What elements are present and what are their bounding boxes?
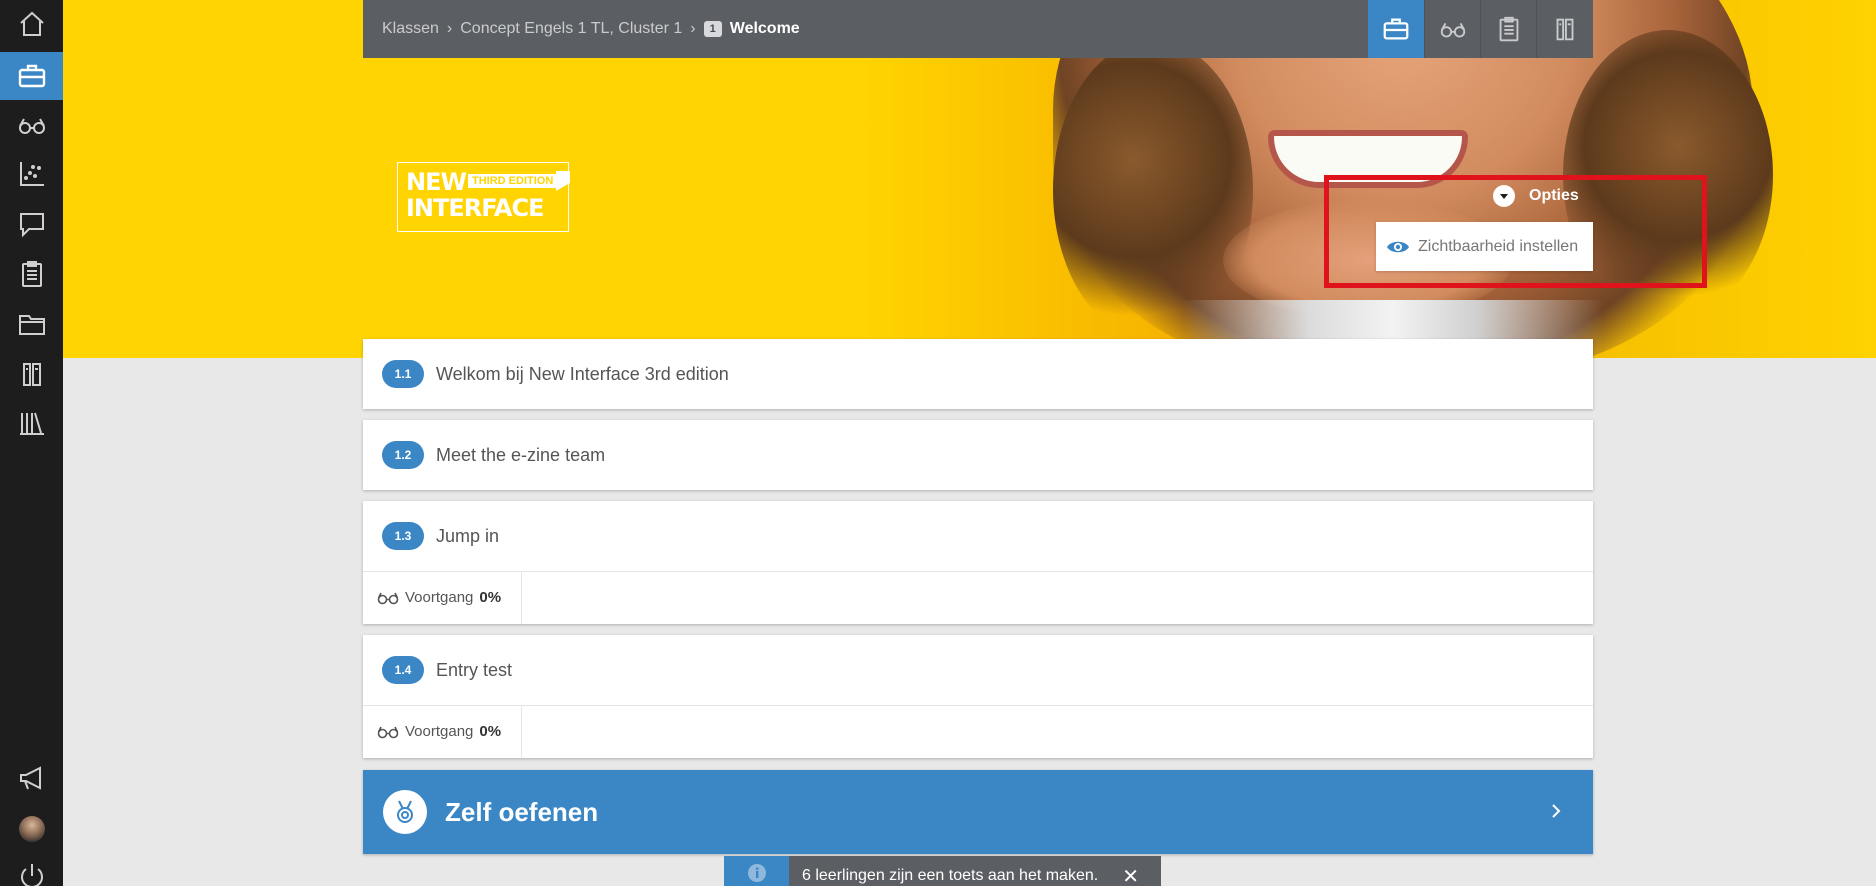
eye-icon: [1387, 241, 1409, 252]
breadcrumb-current: Welcome: [729, 20, 800, 37]
home-icon: [19, 11, 44, 36]
sidebar-chat-button[interactable]: [0, 200, 63, 248]
topbar-glasses-button[interactable]: [1424, 0, 1480, 58]
options-label: Opties: [1529, 187, 1579, 204]
topbar-clipboard-button[interactable]: [1480, 0, 1536, 58]
notification-toast: 6 leerlingen zijn een toets aan het make…: [724, 856, 1161, 886]
lesson-title: Meet the e-zine team: [436, 444, 606, 465]
new-interface-logo: NEW INTERFACE THIRD EDITION: [397, 162, 570, 232]
lesson-title: Entry test: [436, 659, 513, 680]
chevron-right-icon: ›: [690, 20, 696, 37]
megaphone-icon: [19, 766, 41, 790]
lesson-title: Jump in: [436, 525, 500, 546]
zelf-oefenen-button[interactable]: Zelf oefenen: [363, 770, 1593, 854]
clipboard-icon: [21, 261, 42, 287]
sidebar-logout-button[interactable]: [0, 852, 63, 886]
chevron-right-icon: ›: [446, 20, 453, 37]
briefcase-icon: [18, 64, 45, 88]
glasses-icon: [377, 726, 399, 738]
lesson-card[interactable]: 1.2 Meet the e-zine team: [363, 420, 1593, 490]
sidebar-books-button[interactable]: [0, 350, 63, 398]
sidebar-briefcase-button[interactable]: [0, 52, 63, 100]
sidebar-announcements-button[interactable]: [0, 754, 63, 802]
breadcrumb-chapter-number: 1: [703, 21, 722, 37]
visibility-menu-label: Zichtbaarheid instellen: [1418, 237, 1579, 255]
sidebar: [0, 0, 63, 886]
progress-label: Voortgang: [405, 589, 474, 606]
lesson-title: Welkom bij New Interface 3rd edition: [436, 363, 729, 384]
lesson-number-badge: 1.3: [382, 522, 424, 550]
visibility-menu-item[interactable]: Zichtbaarheid instellen: [1376, 222, 1593, 271]
glasses-icon: [377, 592, 399, 604]
info-icon: [724, 856, 789, 886]
briefcase-icon: [1383, 18, 1409, 40]
topbar: Klassen › Concept Engels 1 TL, Cluster 1…: [363, 0, 1593, 58]
breadcrumb: Klassen › Concept Engels 1 TL, Cluster 1…: [382, 0, 800, 58]
sidebar-library-button[interactable]: [0, 399, 63, 447]
progress-value: 0%: [479, 589, 502, 606]
library-icon: [19, 412, 44, 435]
lesson-card[interactable]: 1.4 Entry test Voortgang 0%: [363, 635, 1593, 758]
topbar-briefcase-button[interactable]: [1368, 0, 1424, 58]
chevron-right-icon: [1552, 804, 1561, 818]
sidebar-chart-button[interactable]: [0, 150, 63, 198]
medal-icon: [383, 790, 427, 834]
books-icon: [1556, 18, 1573, 41]
breadcrumb-class[interactable]: Concept Engels 1 TL, Cluster 1: [460, 20, 682, 38]
topbar-books-button[interactable]: [1536, 0, 1592, 58]
lesson-number-badge: 1.4: [382, 656, 424, 684]
lesson-number-badge: 1.2: [382, 441, 424, 469]
close-icon[interactable]: ✕: [1122, 864, 1139, 886]
sidebar-folder-button[interactable]: [0, 300, 63, 348]
folder-icon: [18, 315, 45, 335]
avatar: [18, 816, 45, 842]
zelf-oefenen-label: Zelf oefenen: [445, 796, 599, 827]
chevron-down-icon: [1493, 185, 1515, 207]
toast-message: 6 leerlingen zijn een toets aan het make…: [802, 867, 1099, 884]
lesson-number-badge: 1.1: [382, 360, 424, 388]
breadcrumb-klassen[interactable]: Klassen: [382, 20, 439, 38]
sidebar-clipboard-button[interactable]: [0, 250, 63, 298]
lesson-card[interactable]: 1.3 Jump in Voortgang 0%: [363, 501, 1593, 624]
lesson-progress: Voortgang 0%: [363, 571, 522, 624]
progress-label: Voortgang: [405, 723, 474, 740]
chart-icon: [19, 162, 44, 186]
progress-value: 0%: [479, 723, 502, 740]
lesson-card[interactable]: 1.1 Welkom bij New Interface 3rd edition: [363, 339, 1593, 409]
sidebar-home-button[interactable]: [0, 0, 63, 48]
options-toggle[interactable]: Opties: [1493, 185, 1579, 207]
books-icon: [22, 363, 41, 386]
glasses-icon: [1440, 22, 1465, 38]
lesson-progress: Voortgang 0%: [363, 705, 522, 758]
power-icon: [20, 864, 43, 886]
sidebar-avatar-button[interactable]: [0, 805, 63, 853]
sidebar-glasses-button[interactable]: [0, 101, 63, 149]
clipboard-icon: [1499, 16, 1518, 42]
glasses-icon: [18, 118, 45, 134]
chat-icon: [19, 213, 44, 238]
